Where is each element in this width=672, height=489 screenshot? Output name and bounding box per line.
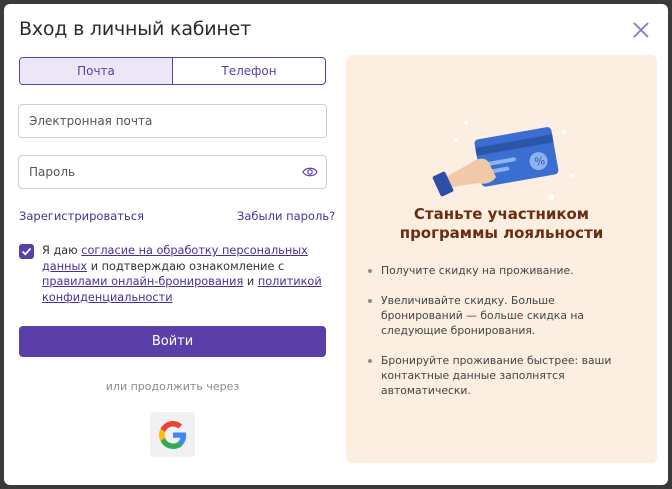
close-icon[interactable] xyxy=(631,20,651,40)
promo-title: Станьте участником программы лояльности xyxy=(399,205,604,242)
consent-text-part: и подтверждаю ознакомление с xyxy=(87,259,285,273)
list-item: Бронируйте проживание быстрее: ваши конт… xyxy=(368,353,638,398)
register-link[interactable]: Зарегистрироваться xyxy=(19,209,144,223)
promo-benefits-list: Получите скидку на проживание. Увеличива… xyxy=(368,263,638,413)
dialog-title: Вход в личный кабинет xyxy=(19,18,252,40)
show-password-icon[interactable] xyxy=(302,166,318,178)
loyalty-promo-panel: % Станьте участником программы лояльност… xyxy=(346,55,657,463)
booking-rules-link[interactable]: правилами онлайн-бронирования xyxy=(42,275,243,288)
google-icon xyxy=(158,420,186,449)
forgot-password-link[interactable]: Забыли пароль? xyxy=(237,209,335,223)
list-item: Увеличивайте скидку. Больше бронирований… xyxy=(368,293,638,338)
or-continue-label: или продолжить через xyxy=(105,380,240,393)
email-field[interactable] xyxy=(18,104,327,138)
login-button[interactable]: Войти xyxy=(19,326,326,357)
consent-text-part: Я даю xyxy=(42,244,82,257)
tab-phone[interactable]: Телефон xyxy=(173,58,325,84)
tab-email[interactable]: Почта xyxy=(20,58,173,84)
consent-text-part: и xyxy=(243,275,258,288)
list-item: Получите скидку на проживание. xyxy=(368,263,638,278)
login-method-tabs: Почта Телефон xyxy=(19,57,326,85)
consent-checkbox[interactable] xyxy=(19,244,34,259)
checkmark-icon xyxy=(21,247,32,256)
google-login-button[interactable] xyxy=(150,412,195,457)
password-field[interactable] xyxy=(18,155,327,189)
svg-text:%: % xyxy=(534,154,547,169)
discount-card-illustration: % xyxy=(432,121,575,200)
login-dialog: Вход в личный кабинет Почта Телефон Заре… xyxy=(4,4,668,485)
consent-text: Я даю согласие на обработку персональных… xyxy=(42,243,332,305)
